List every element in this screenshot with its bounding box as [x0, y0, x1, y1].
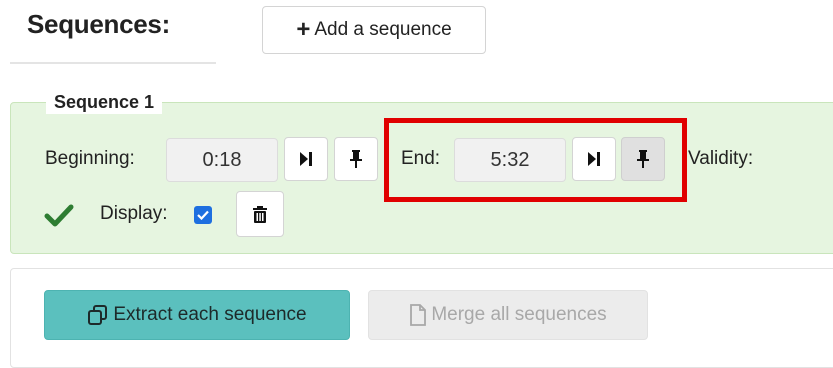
beginning-time-input[interactable]: 0:18	[166, 138, 278, 182]
add-sequence-button[interactable]: + Add a sequence	[262, 6, 486, 54]
copy-icon	[87, 304, 109, 326]
title-underline	[10, 62, 216, 64]
end-highlight-box	[384, 118, 687, 202]
display-checkbox[interactable]	[194, 206, 212, 224]
sequence-legend: Sequence 1	[46, 90, 163, 114]
validity-label: Validity:	[688, 148, 754, 169]
trash-icon	[253, 205, 267, 223]
display-label: Display:	[100, 203, 168, 224]
beginning-pin-button[interactable]	[334, 137, 378, 181]
delete-sequence-button[interactable]	[236, 191, 284, 237]
skip-to-end-icon	[300, 152, 312, 166]
extract-label: Extract each sequence	[113, 304, 307, 325]
beginning-goto-button[interactable]	[284, 137, 328, 181]
checkbox-check-icon	[197, 210, 209, 220]
beginning-label: Beginning:	[45, 148, 135, 169]
plus-icon: +	[296, 16, 311, 43]
file-icon	[409, 304, 427, 326]
pushpin-icon	[350, 150, 362, 168]
extract-sequences-button[interactable]: Extract each sequence	[44, 290, 350, 340]
sequences-header: Sequences: + Add a sequence	[0, 0, 833, 66]
merge-sequences-button[interactable]: Merge all sequences	[368, 290, 648, 340]
check-icon	[44, 204, 74, 227]
add-sequence-label: Add a sequence	[314, 19, 452, 40]
page-title: Sequences:	[27, 9, 170, 39]
merge-label: Merge all sequences	[431, 304, 607, 325]
